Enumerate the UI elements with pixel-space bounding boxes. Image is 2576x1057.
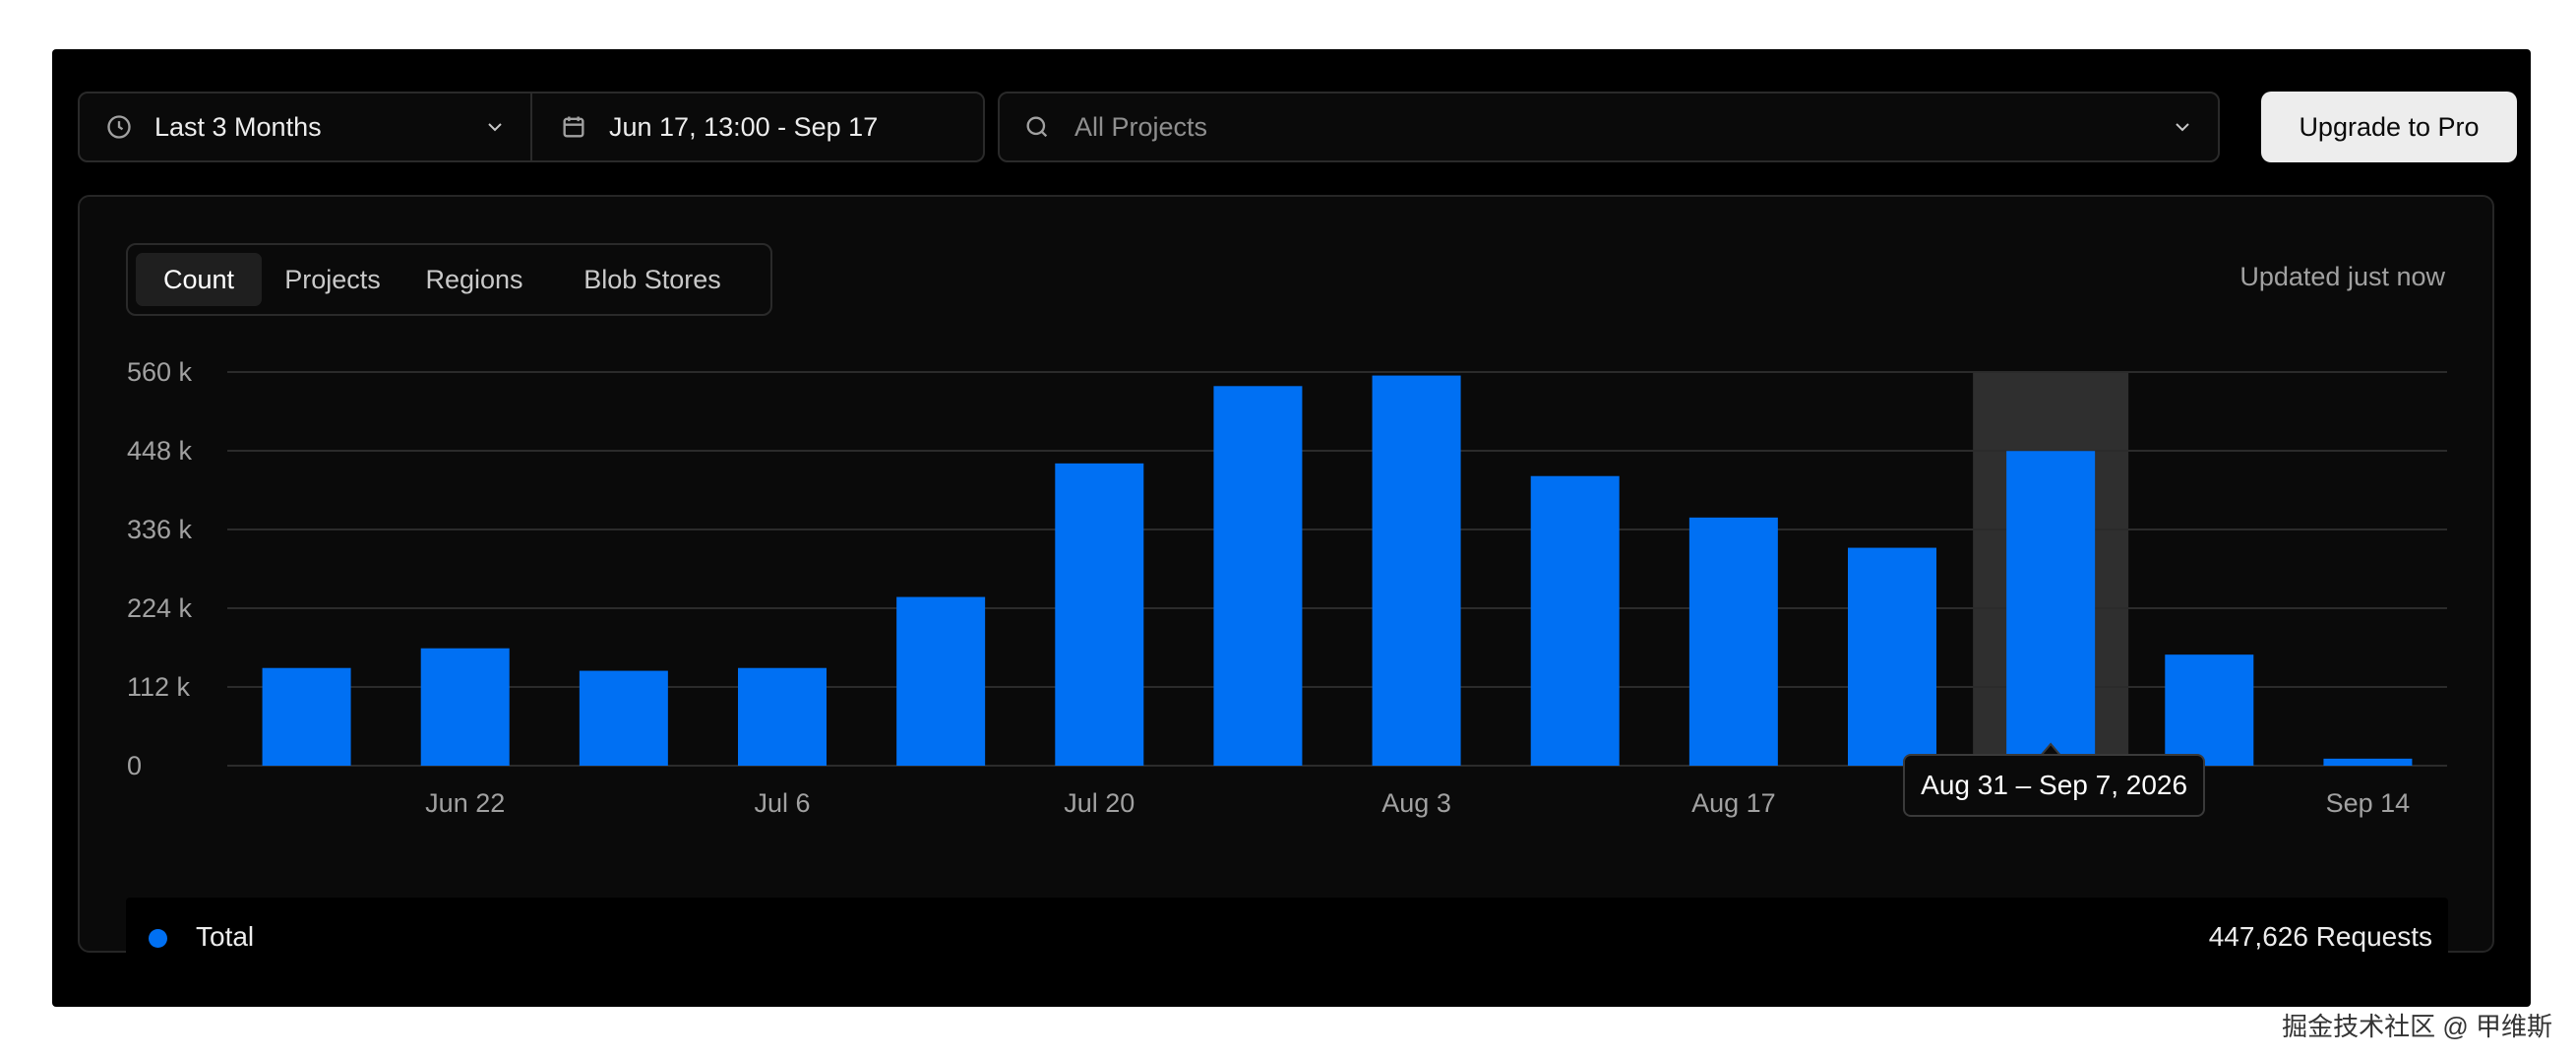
date-range-control: Last 3 Months Jun 17, 13:00 - Sep 17 xyxy=(78,92,985,162)
bar xyxy=(420,648,510,766)
legend-label: Total xyxy=(196,921,255,952)
chevron-down-icon xyxy=(488,123,502,132)
legend-value: 447,626 Requests xyxy=(2208,921,2432,952)
bar xyxy=(579,670,668,766)
search-placeholder: All Projects xyxy=(1074,111,1208,142)
toolbar: Last 3 Months Jun 17, 13:00 - Sep 17 All… xyxy=(78,92,2517,166)
chart-tooltip: Aug 31 – Sep 7, 2026 xyxy=(1903,754,2206,817)
usage-panel-frame: Last 3 Months Jun 17, 13:00 - Sep 17 All… xyxy=(52,49,2531,1007)
x-tick-label: Sep 14 xyxy=(2326,788,2411,818)
date-picker[interactable]: Jun 17, 13:00 - Sep 17 xyxy=(560,93,983,160)
calendar-icon xyxy=(563,116,584,138)
total-series-dot xyxy=(149,929,167,948)
bar xyxy=(1530,475,1620,766)
y-tick-label: 336 k xyxy=(127,515,193,544)
date-label: Jun 17, 13:00 - Sep 17 xyxy=(609,111,879,142)
x-tick-label: Aug 3 xyxy=(1381,788,1451,818)
x-tick-label: Aug 17 xyxy=(1691,788,1776,818)
y-tick-label: 448 k xyxy=(127,436,193,466)
bar xyxy=(262,667,351,766)
x-tick-label: Jul 6 xyxy=(754,788,810,818)
clock-icon xyxy=(107,115,131,139)
segment-divider xyxy=(530,93,532,160)
x-tick-label: Jun 22 xyxy=(425,788,505,818)
bar xyxy=(1372,375,1461,766)
bar xyxy=(2006,451,2096,766)
bar xyxy=(2323,758,2413,766)
chart-panel: Count Projects Regions Blob Stores Updat… xyxy=(78,195,2494,976)
bar xyxy=(1688,517,1778,766)
chart-legend: Total 447,626 Requests xyxy=(126,898,2448,976)
range-dropdown[interactable]: Last 3 Months xyxy=(105,93,528,160)
bar xyxy=(1848,547,1936,766)
bar xyxy=(738,667,827,766)
bar xyxy=(1055,463,1144,766)
x-tick-label: Jul 20 xyxy=(1064,788,1135,818)
y-tick-label: 560 k xyxy=(127,357,193,387)
search-icon xyxy=(1026,116,1048,138)
chevron-down-icon xyxy=(2176,123,2189,132)
range-label: Last 3 Months xyxy=(154,111,322,142)
y-tick-label: 0 xyxy=(127,751,142,780)
bar xyxy=(896,596,986,766)
upgrade-button[interactable]: Upgrade to Pro xyxy=(2261,92,2517,162)
y-tick-label: 112 k xyxy=(127,672,191,702)
bar xyxy=(1213,386,1303,766)
project-search[interactable]: All Projects xyxy=(998,92,2220,162)
y-tick-label: 224 k xyxy=(127,593,193,623)
watermark: 掘金技术社区 @ 甲维斯 xyxy=(2282,1012,2552,1041)
bar xyxy=(2165,654,2254,766)
